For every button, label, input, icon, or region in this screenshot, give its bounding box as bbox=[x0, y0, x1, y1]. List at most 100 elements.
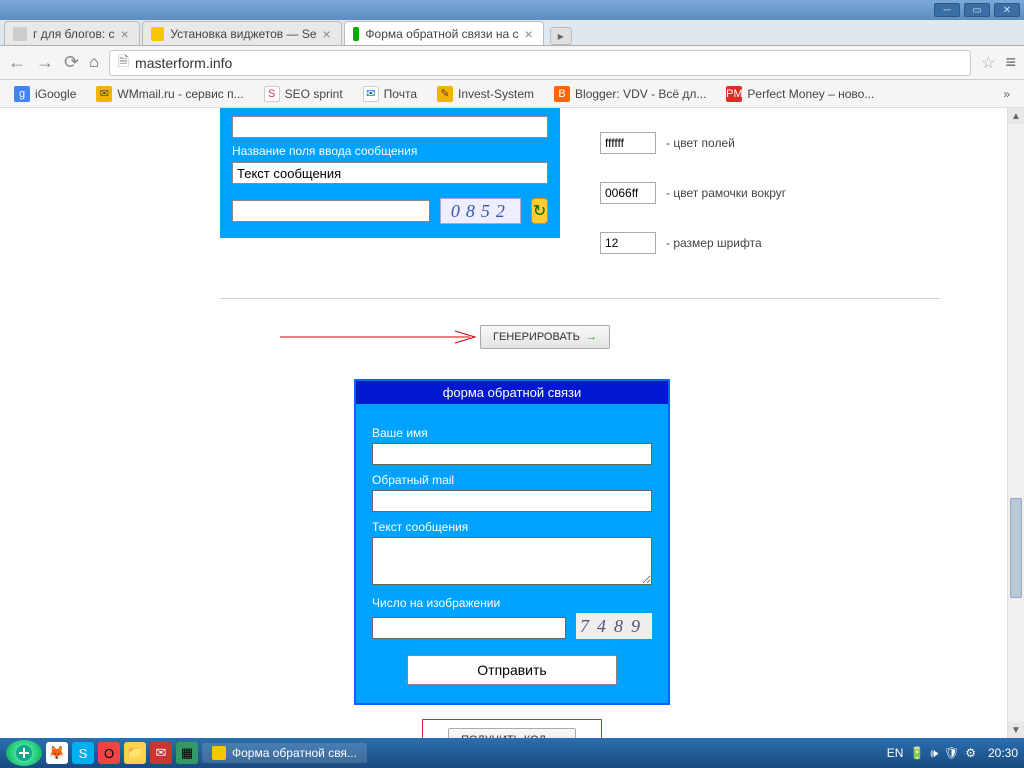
tray-icon[interactable]: 🛡 bbox=[944, 746, 959, 760]
style-settings: - цвет полей - цвет рамочки вокруг - раз… bbox=[600, 132, 786, 282]
favicon-icon: S bbox=[264, 86, 280, 102]
taskbar-window-title: Форма обратной свя... bbox=[232, 746, 357, 760]
tray-icon[interactable]: ⚙ bbox=[965, 746, 976, 760]
border-color-label: - цвет рамочки вокруг bbox=[666, 186, 786, 200]
generate-button[interactable]: ГЕНЕРИРОВАТЬ → bbox=[480, 325, 610, 349]
url-input[interactable]: 🗎 masterform.info bbox=[109, 50, 971, 76]
preview-captcha-input[interactable] bbox=[372, 617, 566, 639]
bookmark-label: SEO sprint bbox=[285, 87, 343, 101]
email-input[interactable] bbox=[372, 490, 652, 512]
tray-icon[interactable]: 🔋 bbox=[909, 746, 924, 760]
vertical-scrollbar[interactable]: ▲ ▼ bbox=[1007, 108, 1024, 738]
bookmark-item[interactable]: PMPerfect Money – ново... bbox=[718, 83, 882, 105]
bookmark-item[interactable]: g iGoogle bbox=[6, 83, 84, 105]
generate-label: ГЕНЕРИРОВАТЬ bbox=[493, 331, 580, 343]
favicon-icon bbox=[13, 27, 27, 41]
close-button[interactable]: ✕ bbox=[994, 3, 1020, 17]
tab-2[interactable]: Форма обратной связи на с × bbox=[344, 21, 544, 45]
scroll-thumb[interactable] bbox=[1010, 498, 1022, 598]
message-label: Текст сообщения bbox=[372, 520, 652, 534]
browser-tabs: г для блогов: с × Установка виджетов — S… bbox=[0, 20, 1024, 46]
bookmark-label: Blogger: VDV - Всё дл... bbox=[575, 87, 706, 101]
config-panel: Название поля ввода сообщения 0852 ↻ bbox=[220, 108, 560, 238]
scroll-up-icon[interactable]: ▲ bbox=[1008, 108, 1024, 124]
bookmark-star-icon[interactable]: ☆ bbox=[981, 53, 995, 73]
tab-title: Форма обратной связи на с bbox=[365, 27, 518, 41]
system-tray[interactable]: EN 🔋 🕪 🛡 ⚙ 20:30 bbox=[887, 746, 1018, 761]
field-color-input[interactable] bbox=[600, 132, 656, 154]
bookmark-item[interactable]: ✉ WMmail.ru - сервис п... bbox=[88, 83, 251, 105]
arrow-annotation-icon bbox=[280, 329, 480, 345]
taskbar-window-button[interactable]: Форма обратной свя... bbox=[202, 743, 367, 763]
favicon-icon: ✉ bbox=[363, 86, 379, 102]
favicon-icon bbox=[353, 27, 360, 41]
tab-title: г для блогов: с bbox=[33, 27, 115, 41]
language-indicator[interactable]: EN bbox=[887, 746, 904, 760]
taskbar-icon[interactable]: ▦ bbox=[176, 742, 198, 764]
bookmark-item[interactable]: ✎Invest-System bbox=[429, 83, 542, 105]
name-label: Ваше имя bbox=[372, 426, 652, 440]
taskbar-icon[interactable]: S bbox=[72, 742, 94, 764]
favicon-icon: g bbox=[14, 86, 30, 102]
menu-icon[interactable]: ≡ bbox=[1005, 52, 1016, 73]
taskbar-icon[interactable]: 🦊 bbox=[46, 742, 68, 764]
bookmark-label: Почта bbox=[384, 87, 417, 101]
taskbar-icon[interactable]: O bbox=[98, 742, 120, 764]
taskbar-icon[interactable]: 📁 bbox=[124, 742, 146, 764]
reload-button[interactable]: ⟳ bbox=[64, 52, 79, 73]
page-content: Название поля ввода сообщения 0852 ↻ - ц… bbox=[0, 108, 1024, 738]
bookmark-item[interactable]: S SEO sprint bbox=[256, 83, 351, 105]
message-textarea[interactable] bbox=[372, 537, 652, 585]
bookmark-item[interactable]: B Blogger: VDV - Всё дл... bbox=[546, 83, 714, 105]
window-titlebar: ─ ▭ ✕ bbox=[0, 0, 1024, 20]
close-icon[interactable]: × bbox=[121, 26, 129, 42]
clock[interactable]: 20:30 bbox=[988, 746, 1018, 760]
submit-button[interactable]: Отправить bbox=[407, 655, 617, 685]
favicon-icon: ✉ bbox=[96, 86, 112, 102]
maximize-button[interactable]: ▭ bbox=[964, 3, 990, 17]
tab-0[interactable]: г для блогов: с × bbox=[4, 21, 140, 45]
tray-icon[interactable]: 🕪 bbox=[930, 746, 938, 761]
favicon-icon: ✎ bbox=[437, 86, 453, 102]
arrow-right-icon: → bbox=[586, 331, 597, 343]
get-code-highlight: ПОЛУЧИТЬ КОД → bbox=[422, 719, 602, 738]
border-color-input[interactable] bbox=[600, 182, 656, 204]
captcha-input[interactable] bbox=[232, 200, 430, 222]
get-code-button[interactable]: ПОЛУЧИТЬ КОД → bbox=[448, 728, 576, 738]
field-color-label: - цвет полей bbox=[666, 136, 735, 150]
start-button[interactable] bbox=[6, 740, 42, 766]
minimize-button[interactable]: ─ bbox=[934, 3, 960, 17]
name-input[interactable] bbox=[372, 443, 652, 465]
bookmarks-overflow-icon[interactable]: » bbox=[995, 87, 1018, 101]
address-bar: ← → ⟳ ⌂ 🗎 masterform.info ☆ ≡ bbox=[0, 46, 1024, 80]
captcha-label: Число на изображении bbox=[372, 596, 652, 610]
captcha-image: 0852 bbox=[440, 198, 521, 224]
url-text: masterform.info bbox=[135, 55, 232, 71]
favicon-icon bbox=[151, 27, 165, 41]
scroll-down-icon[interactable]: ▼ bbox=[1008, 722, 1024, 738]
back-button[interactable]: ← bbox=[8, 52, 26, 73]
taskbar-icon[interactable]: ✉ bbox=[150, 742, 172, 764]
font-size-label: - размер шрифта bbox=[666, 236, 762, 250]
forward-button[interactable]: → bbox=[36, 52, 54, 73]
msg-field-input[interactable] bbox=[232, 162, 548, 184]
close-icon[interactable]: × bbox=[323, 26, 331, 42]
bookmark-label: iGoogle bbox=[35, 87, 76, 101]
bookmarks-bar: g iGoogle ✉ WMmail.ru - сервис п... S SEO s… bbox=[0, 80, 1024, 108]
new-tab-button[interactable]: ▸ bbox=[550, 27, 572, 45]
preview-captcha-image: 7489 bbox=[576, 613, 652, 639]
form-preview: форма обратной связи Ваше имя Обратный m… bbox=[354, 379, 670, 705]
bookmark-label: WMmail.ru - сервис п... bbox=[117, 87, 243, 101]
page-icon: 🗎 bbox=[118, 51, 129, 75]
tab-title: Установка виджетов — Se bbox=[170, 27, 316, 41]
email-label: Обратный mail bbox=[372, 473, 652, 487]
font-size-input[interactable] bbox=[600, 232, 656, 254]
home-icon[interactable]: ⌂ bbox=[89, 54, 99, 72]
tab-1[interactable]: Установка виджетов — Se × bbox=[142, 21, 342, 45]
close-icon[interactable]: × bbox=[525, 26, 533, 42]
captcha-refresh-icon[interactable]: ↻ bbox=[531, 198, 548, 224]
favicon-icon: B bbox=[554, 86, 570, 102]
prev-field-input[interactable] bbox=[232, 116, 548, 138]
bookmark-item[interactable]: ✉ Почта bbox=[355, 83, 425, 105]
msg-field-label-title: Название поля ввода сообщения bbox=[232, 144, 548, 158]
